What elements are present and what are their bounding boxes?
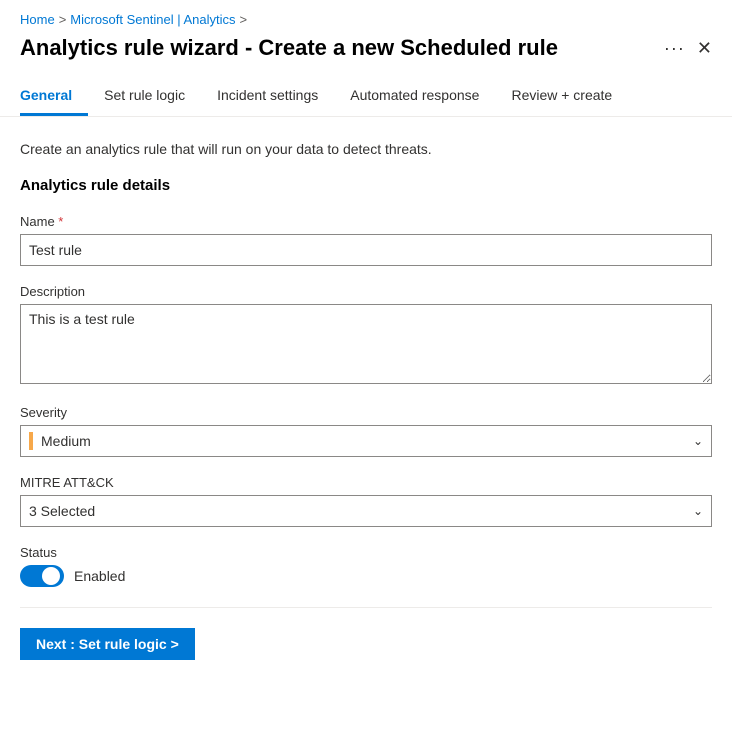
severity-indicator <box>29 432 33 450</box>
description-field-group: Description This is a test rule <box>20 284 712 387</box>
severity-label: Severity <box>20 405 712 420</box>
status-label: Status <box>20 545 712 560</box>
status-toggle[interactable] <box>20 565 64 587</box>
main-content: Create an analytics rule that will run o… <box>0 117 732 680</box>
breadcrumb-section[interactable]: Microsoft Sentinel | Analytics <box>70 12 235 27</box>
status-field-group: Status Enabled <box>20 545 712 587</box>
severity-chevron-icon: ⌄ <box>693 434 703 448</box>
name-field-group: Name * <box>20 214 712 266</box>
required-indicator: * <box>55 214 64 229</box>
ellipsis-menu-button[interactable]: ··· <box>664 38 685 59</box>
severity-field-group: Severity Medium ⌄ <box>20 405 712 457</box>
section-title: Analytics rule details <box>20 177 712 194</box>
name-input[interactable] <box>20 234 712 266</box>
tab-automated-response[interactable]: Automated response <box>334 77 495 116</box>
mitre-select[interactable]: 3 Selected ⌄ <box>20 495 712 527</box>
breadcrumb: Home > Microsoft Sentinel | Analytics > <box>0 0 732 35</box>
name-label: Name * <box>20 214 712 229</box>
tab-general[interactable]: General <box>20 77 88 116</box>
tab-incident-settings[interactable]: Incident settings <box>201 77 334 116</box>
severity-value: Medium <box>41 433 91 449</box>
mitre-field-group: MITRE ATT&CK 3 Selected ⌄ <box>20 475 712 527</box>
toggle-slider <box>20 565 64 587</box>
mitre-chevron-icon: ⌄ <box>693 504 703 518</box>
status-toggle-label: Enabled <box>74 568 125 584</box>
divider <box>20 607 712 608</box>
tab-set-rule-logic[interactable]: Set rule logic <box>88 77 201 116</box>
breadcrumb-home[interactable]: Home <box>20 12 55 27</box>
severity-select[interactable]: Medium ⌄ <box>20 425 712 457</box>
mitre-label: MITRE ATT&CK <box>20 475 712 490</box>
next-button[interactable]: Next : Set rule logic > <box>20 628 195 660</box>
description-text: Create an analytics rule that will run o… <box>20 141 712 157</box>
tab-bar: General Set rule logic Incident settings… <box>0 77 732 117</box>
description-label: Description <box>20 284 712 299</box>
description-input[interactable]: This is a test rule <box>20 304 712 384</box>
close-button[interactable]: ✕ <box>697 38 712 59</box>
breadcrumb-sep2: > <box>240 12 248 27</box>
breadcrumb-sep1: > <box>59 12 67 27</box>
mitre-value: 3 Selected <box>29 503 95 519</box>
page-title: Analytics rule wizard - Create a new Sch… <box>20 35 558 61</box>
tab-review-create[interactable]: Review + create <box>495 77 628 116</box>
